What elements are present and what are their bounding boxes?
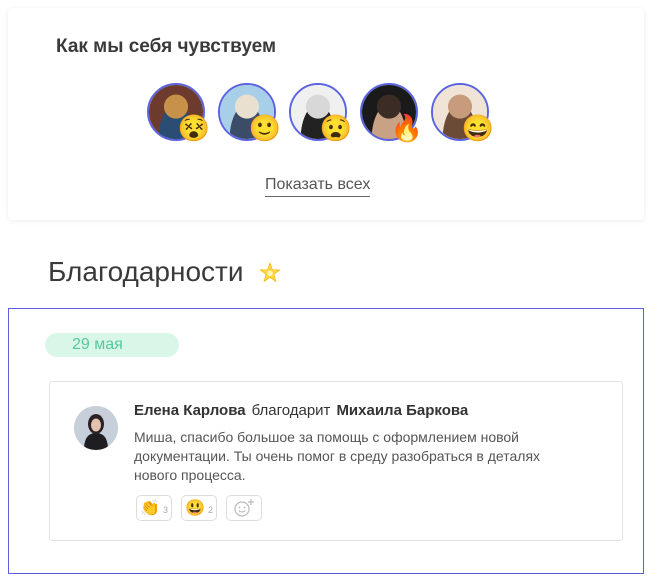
reaction-count: 3 bbox=[162, 505, 168, 515]
avatar[interactable] bbox=[74, 406, 118, 450]
fire-icon: 🔥 bbox=[390, 113, 424, 143]
thanks-title: Благодарности bbox=[48, 256, 244, 287]
mood-avatar-1[interactable]: 😵 bbox=[147, 83, 217, 153]
reaction-clap-button[interactable]: 👏 3 bbox=[136, 495, 172, 521]
smile-face-icon: 🙂 bbox=[248, 113, 282, 143]
reaction-count: 2 bbox=[207, 505, 213, 515]
mood-avatar-2[interactable]: 🙂 bbox=[218, 83, 288, 153]
date-badge: 29 мая bbox=[45, 333, 179, 357]
thanks-verb: благодарит bbox=[251, 402, 331, 419]
mood-card: Как мы себя чувствуем 😵 🙂 😧 🔥 😄 Показать… bbox=[8, 8, 644, 220]
author-photo-icon bbox=[74, 406, 118, 450]
glowing-star-icon bbox=[259, 262, 281, 283]
recipient-name[interactable]: Михаила Баркова bbox=[336, 402, 468, 419]
mood-avatars: 😵 🙂 😧 🔥 😄 bbox=[147, 83, 507, 153]
post-header: Елена Карлова благодарит Михаила Баркова bbox=[134, 402, 468, 419]
smiley-face-icon: 😃 bbox=[185, 500, 205, 517]
anguished-face-icon: 😧 bbox=[319, 113, 353, 143]
dizzy-face-icon: 😵 bbox=[177, 113, 211, 143]
author-name[interactable]: Елена Карлова bbox=[134, 402, 246, 419]
mood-avatar-5[interactable]: 😄 bbox=[431, 83, 501, 153]
show-all-link[interactable]: Показать всех bbox=[265, 176, 371, 197]
mood-avatar-4[interactable]: 🔥 bbox=[360, 83, 430, 153]
mood-title: Как мы себя чувствуем bbox=[56, 36, 277, 57]
add-emoji-icon bbox=[234, 499, 254, 517]
mood-avatar-3[interactable]: 😧 bbox=[289, 83, 359, 153]
reaction-smile-button[interactable]: 😃 2 bbox=[181, 495, 217, 521]
clapping-hands-icon: 👏 bbox=[140, 500, 160, 517]
post-message: Миша, спасибо большое за помощь с оформл… bbox=[134, 429, 541, 483]
reactions-bar: 👏 3 😃 2 bbox=[136, 495, 262, 521]
add-reaction-button[interactable] bbox=[226, 495, 262, 521]
thanks-post: Елена Карлова благодарит Михаила Баркова М… bbox=[49, 381, 623, 541]
thanks-feed: 29 мая Елена Карлова благодарит Михаила Ба… bbox=[8, 308, 644, 574]
grinning-face-icon: 😄 bbox=[461, 113, 495, 143]
